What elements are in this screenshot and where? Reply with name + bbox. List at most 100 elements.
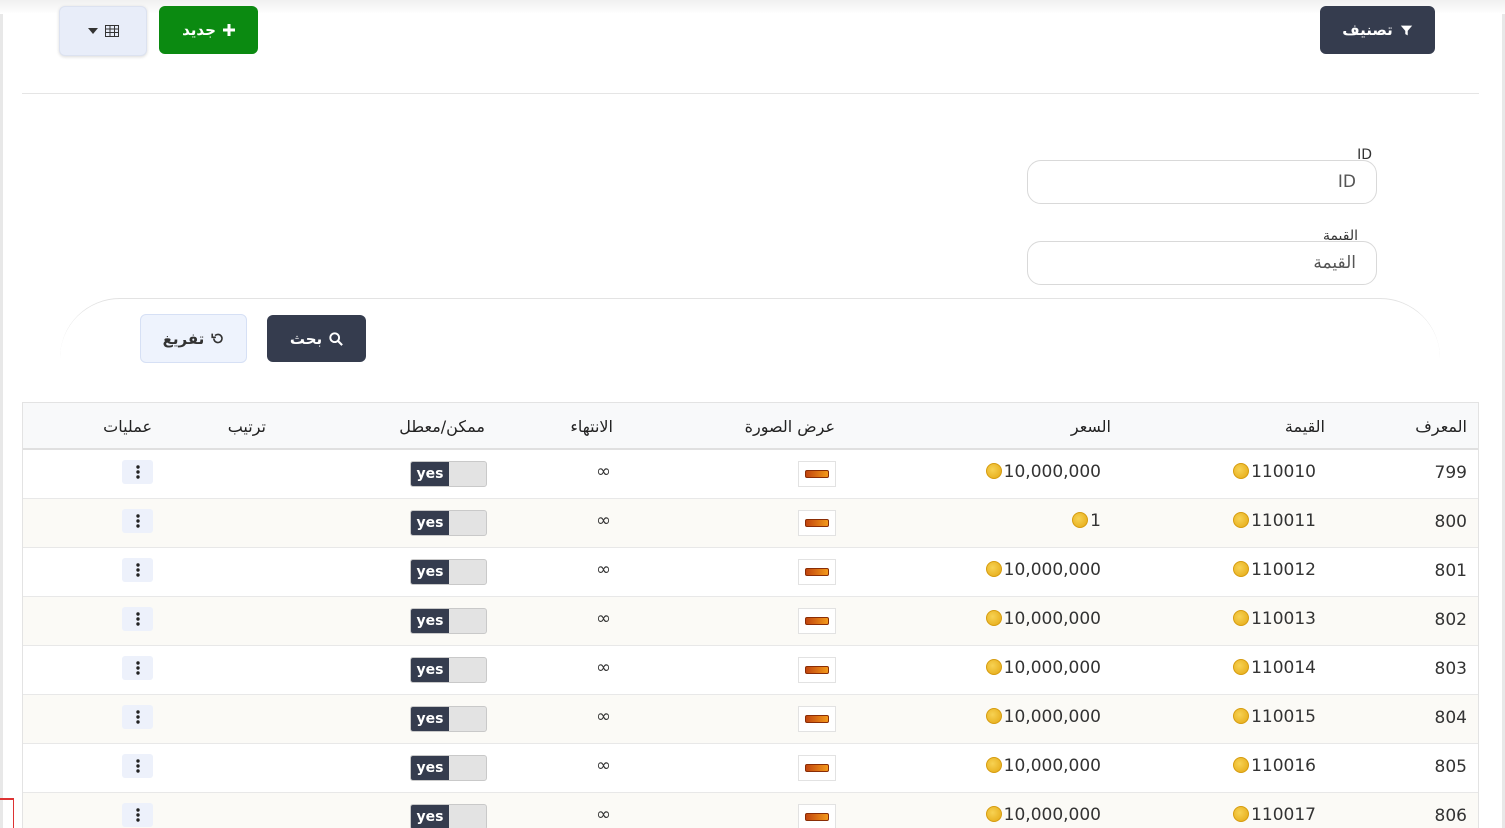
row-expiry: ∞ — [596, 657, 611, 678]
row-image-thumbnail[interactable] — [798, 608, 836, 634]
undo-icon — [211, 333, 224, 344]
row-price-text: 10,000,000 — [1003, 805, 1101, 825]
item-image — [805, 470, 829, 478]
columns-dropdown-button[interactable] — [59, 6, 147, 56]
row-id: 801 — [1434, 561, 1467, 581]
plus-icon — [222, 24, 235, 36]
operations-menu-button[interactable] — [122, 607, 153, 631]
enabled-toggle[interactable]: yes — [410, 510, 487, 536]
header-price[interactable]: السعر — [1071, 417, 1111, 436]
row-expiry: ∞ — [596, 804, 611, 825]
row-price-text: 10,000,000 — [1003, 658, 1101, 678]
reset-button[interactable]: تفريغ — [140, 314, 247, 363]
enabled-toggle[interactable]: yes — [410, 559, 487, 585]
coin-icon — [985, 463, 1002, 479]
row-image-thumbnail[interactable] — [798, 804, 836, 828]
search-icon — [329, 331, 344, 346]
row-image-thumbnail[interactable] — [798, 559, 836, 585]
coin-icon — [1233, 757, 1250, 773]
row-image-thumbnail[interactable] — [798, 657, 836, 683]
header-image: عرض الصورة — [744, 417, 835, 436]
window-left-edge — [0, 0, 3, 828]
id-field[interactable] — [1027, 160, 1377, 204]
operations-menu-button[interactable] — [122, 656, 153, 680]
enabled-toggle[interactable]: yes — [410, 804, 487, 828]
row-id: 805 — [1434, 757, 1467, 777]
coin-icon — [1233, 659, 1250, 675]
table-header: المعرف القيمة السعر عرض الصورة الانتهاء … — [23, 403, 1478, 450]
filter-button-label: تصنيف — [1342, 21, 1393, 39]
search-button[interactable]: بحث — [267, 315, 366, 362]
filter-button[interactable]: تصنيف — [1320, 6, 1435, 54]
coin-icon — [1233, 512, 1250, 528]
header-enabled[interactable]: ممكن/معطل — [399, 417, 485, 436]
table-row: 800 110011 1 ∞ yes — [23, 499, 1478, 548]
item-image — [805, 715, 829, 723]
item-image — [805, 666, 829, 674]
row-id: 803 — [1434, 659, 1467, 679]
item-image — [805, 617, 829, 625]
row-expiry: ∞ — [596, 510, 611, 531]
header-id[interactable]: المعرف — [1415, 417, 1467, 436]
operations-menu-button[interactable] — [122, 558, 153, 582]
operations-menu-button[interactable] — [122, 754, 153, 778]
enabled-toggle[interactable]: yes — [410, 755, 487, 781]
enabled-toggle[interactable]: yes — [410, 706, 487, 732]
table-grid-icon — [104, 25, 119, 37]
filter-icon — [1400, 25, 1412, 35]
operations-menu-button[interactable] — [122, 705, 153, 729]
value-field[interactable] — [1027, 241, 1377, 285]
toggle-label: yes — [411, 609, 449, 633]
row-value-text: 110013 — [1251, 609, 1316, 629]
table-row: 804 110015 10,000,000 ∞ yes — [23, 695, 1478, 744]
table-row: 801 110012 10,000,000 ∞ yes — [23, 548, 1478, 597]
coin-icon — [985, 708, 1002, 724]
row-price: 10,000,000 — [985, 707, 1101, 727]
row-value-text: 110010 — [1251, 462, 1316, 482]
coin-icon — [985, 806, 1002, 822]
enabled-toggle[interactable]: yes — [410, 657, 487, 683]
row-id: 806 — [1434, 806, 1467, 826]
new-button-label: جديد — [182, 21, 216, 39]
row-value: 110012 — [1233, 560, 1316, 580]
table-body: 799 110010 10,000,000 ∞ yes 800 110011 1 ∞ yes 801… — [23, 450, 1478, 828]
coin-icon — [985, 610, 1002, 626]
header-order[interactable]: ترتيب — [228, 417, 266, 436]
item-image — [805, 764, 829, 772]
operations-menu-button[interactable] — [122, 460, 153, 484]
header-expiry[interactable]: الانتهاء — [570, 417, 613, 436]
toggle-label: yes — [411, 756, 449, 780]
row-price: 1 — [1072, 511, 1101, 531]
header-value[interactable]: القيمة — [1285, 417, 1325, 436]
row-image-thumbnail[interactable] — [798, 461, 836, 487]
enabled-toggle[interactable]: yes — [410, 608, 487, 634]
operations-menu-button[interactable] — [122, 509, 153, 533]
toggle-label: yes — [411, 511, 449, 535]
row-expiry: ∞ — [596, 559, 611, 580]
row-value: 110011 — [1233, 511, 1316, 531]
table-row: 803 110014 10,000,000 ∞ yes — [23, 646, 1478, 695]
table-row: 799 110010 10,000,000 ∞ yes — [23, 450, 1478, 499]
row-price-text: 10,000,000 — [1003, 462, 1101, 482]
row-image-thumbnail[interactable] — [798, 706, 836, 732]
coin-icon — [1233, 708, 1250, 724]
row-expiry: ∞ — [596, 461, 611, 482]
coin-icon — [1233, 463, 1250, 479]
row-price-text: 10,000,000 — [1003, 560, 1101, 580]
row-value-text: 110012 — [1251, 560, 1316, 580]
operations-menu-button[interactable] — [122, 803, 153, 827]
chevron-down-icon — [87, 28, 98, 34]
row-expiry: ∞ — [596, 755, 611, 776]
reset-button-label: تفريغ — [162, 329, 205, 348]
row-expiry: ∞ — [596, 706, 611, 727]
enabled-toggle[interactable]: yes — [410, 461, 487, 487]
row-price: 10,000,000 — [985, 756, 1101, 776]
row-image-thumbnail[interactable] — [798, 755, 836, 781]
new-button[interactable]: جديد — [159, 6, 258, 54]
row-image-thumbnail[interactable] — [798, 510, 836, 536]
toggle-label: yes — [411, 462, 449, 486]
row-value: 110016 — [1233, 756, 1316, 776]
row-value-text: 110011 — [1251, 511, 1316, 531]
row-price-text: 10,000,000 — [1003, 707, 1101, 727]
item-image — [805, 519, 829, 527]
